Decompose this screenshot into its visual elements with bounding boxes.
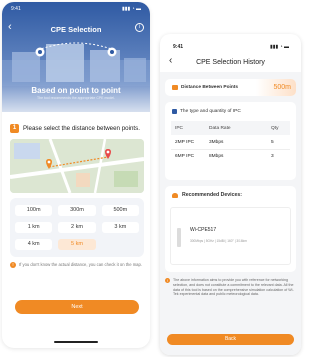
section-title: Please select the distance between point…: [23, 125, 140, 132]
page-title: CPE Selection History: [196, 59, 265, 66]
table-cell: 3Mbps: [209, 139, 224, 145]
table-row: 2MP IPC 3Mbps 5: [171, 135, 290, 149]
back-button[interactable]: Back: [167, 334, 294, 345]
table-header: IPC: [175, 125, 183, 131]
device-image-icon: [177, 228, 181, 247]
table-row: 6MP IPC 8Mbps 3: [171, 149, 290, 163]
distance-option-100m[interactable]: 100m: [15, 205, 53, 216]
distance-option-500m[interactable]: 500m: [101, 205, 139, 216]
device-item[interactable]: Wi-CPE517 300Mbps | 5GHz | 15dBi | 160° …: [170, 207, 291, 265]
table-header: Qty: [271, 125, 279, 131]
table-cell: 3: [271, 154, 274, 159]
status-time: 9:41: [173, 44, 184, 50]
map-hint: ! If you don't know the actual distance,…: [10, 262, 144, 268]
info-icon[interactable]: i: [135, 23, 144, 32]
history-body: Distance Between Points 500m The type an…: [160, 72, 301, 355]
distance-icon: [172, 85, 178, 90]
distance-option-3km[interactable]: 3 km: [101, 222, 139, 233]
distance-label: Distance Between Points: [181, 85, 239, 90]
section-number-badge: 1: [10, 124, 19, 133]
disclaimer: ! The above information aims to provide …: [165, 278, 296, 297]
ipc-table: IPC Data Rate Qty 2MP IPC 3Mbps 5 6MP IP…: [171, 121, 290, 163]
table-header-row: IPC Data Rate Qty: [171, 121, 290, 135]
device-name: Wi-CPE517: [190, 227, 217, 233]
distance-option-1km[interactable]: 1 km: [15, 222, 53, 233]
distance-option-5km-selected[interactable]: 5 km: [58, 239, 96, 250]
status-icons: ▮▮▮ ◔ ▬: [121, 6, 141, 12]
hero-heading: Based on point to point: [31, 86, 121, 95]
recommended-card: Recommended Devices: Wi-CPE517 300Mbps |…: [165, 186, 296, 272]
recommended-title: Recommended Devices:: [182, 192, 242, 198]
router-icon: [172, 192, 178, 198]
ipc-section-header: The type and quantity of IPC: [172, 109, 241, 114]
ipc-section-title: The type and quantity of IPC: [180, 109, 241, 114]
table-cell: 2MP IPC: [175, 139, 195, 145]
hero-subtitle: The tool recommends the appropriate CPE …: [36, 96, 115, 100]
map-illustration-icon: [10, 139, 144, 193]
table-cell: 8Mbps: [209, 154, 224, 159]
next-button[interactable]: Next: [15, 300, 139, 314]
distance-section-header: 1 Please select the distance between poi…: [10, 124, 140, 133]
table-cell: 6MP IPC: [175, 154, 195, 159]
info-icon: !: [10, 262, 16, 268]
disclaimer-text: The above information aims to provide yo…: [173, 278, 294, 297]
cpe-selection-history-screen: 9:41 ▮▮▮ ◔ ▬ ‹ CPE Selection History Dis…: [160, 34, 301, 355]
device-specs: 300Mbps | 5GHz | 15dBi | 160° | 3/16km: [190, 239, 247, 243]
table-header: Data Rate: [209, 125, 231, 131]
home-indicator: [54, 341, 98, 343]
page-title: CPE Selection: [50, 25, 102, 34]
status-time: 9:41: [11, 6, 21, 12]
distance-card: Distance Between Points 500m: [165, 79, 296, 96]
info-icon: !: [165, 278, 170, 283]
cpe-selection-screen: 9:41 ▮▮▮ ◔ ▬ ‹ CPE Selection i Based on …: [2, 2, 150, 348]
distance-option-4km[interactable]: 4 km: [15, 239, 53, 250]
camera-icon: [172, 109, 177, 114]
status-icons: ▮▮▮ ◔ ▬: [269, 44, 289, 50]
hero-banner: 9:41 ▮▮▮ ◔ ▬ ‹ CPE Selection i Based on …: [2, 2, 150, 112]
distance-options: 100m 300m 500m 1 km 2 km 3 km 4 km 5 km: [10, 198, 144, 257]
buildings-illustration-icon: [2, 42, 150, 86]
recommended-header: Recommended Devices:: [172, 192, 242, 198]
map-view[interactable]: [10, 139, 144, 193]
distance-value: 500m: [256, 79, 296, 96]
map-hint-text: If you don't know the actual distance, y…: [19, 262, 143, 267]
ipc-card: The type and quantity of IPC IPC Data Ra…: [165, 102, 296, 180]
distance-option-300m[interactable]: 300m: [58, 205, 96, 216]
table-cell: 5: [271, 139, 274, 145]
distance-option-2km[interactable]: 2 km: [58, 222, 96, 233]
